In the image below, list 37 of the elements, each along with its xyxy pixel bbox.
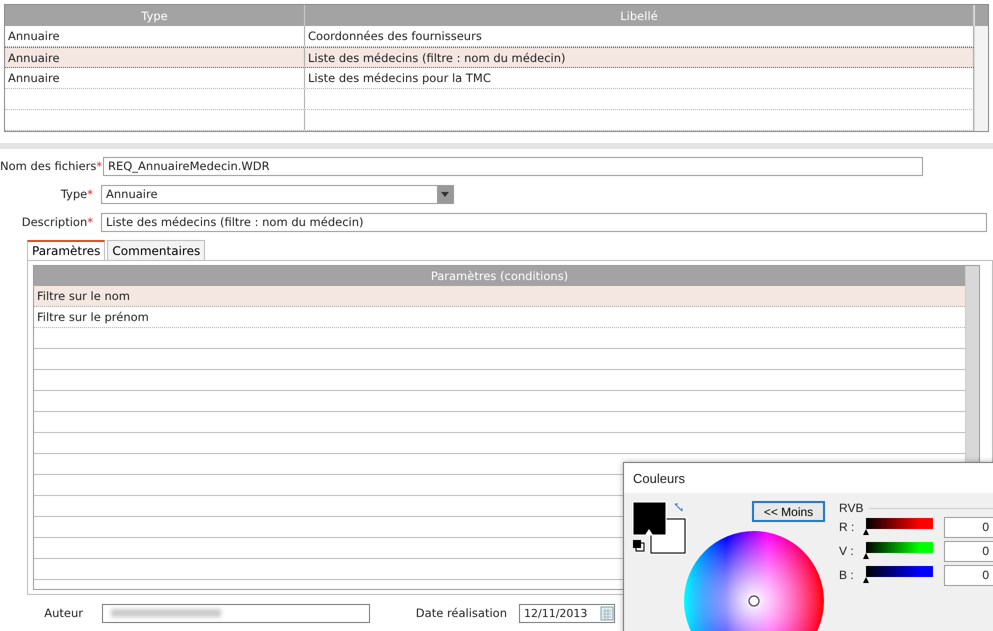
field-label: Type*	[60, 187, 94, 201]
input-field[interactable]: Liste des médecins (filtre : nom du médecin)	[101, 212, 987, 232]
table-row[interactable]: Filtre sur le nom	[34, 286, 965, 307]
field-label: Nom des fichiers*	[0, 159, 103, 173]
group-label: RVB	[839, 501, 864, 515]
field-label: Description*	[20, 215, 94, 229]
table-cell: Annuaire	[5, 48, 305, 67]
channel-label: V :	[839, 544, 855, 558]
tab[interactable]: Paramètres	[27, 240, 106, 260]
slider-thumb[interactable]	[863, 529, 869, 535]
scrollbar[interactable]	[974, 5, 988, 131]
date-field[interactable]: 12/11/2013	[519, 604, 615, 622]
author-field[interactable]	[102, 604, 370, 622]
table-row[interactable]: Annuaire Liste des médecins (filtre : nom du médecin)	[5, 47, 974, 68]
table-cell: Annuaire	[5, 68, 305, 88]
color-slider[interactable]	[863, 566, 936, 584]
caret-icon	[437, 186, 453, 202]
slider-thumb[interactable]	[863, 577, 869, 583]
less-button[interactable]: << Moins	[752, 501, 825, 522]
value-field[interactable]: 0	[944, 516, 993, 538]
dialog-title: Couleurs	[624, 463, 993, 493]
channel-label: B :	[839, 568, 855, 582]
field-label: Auteur	[43, 606, 84, 620]
value-field[interactable]: 0	[944, 564, 993, 586]
color-slider[interactable]	[863, 518, 936, 536]
color-slider[interactable]	[863, 542, 936, 560]
type-dropdown[interactable]: Annuaire	[101, 184, 454, 204]
field-label: Date réalisation	[414, 606, 508, 620]
table-row[interactable]: Annuaire Coordonnées des fournisseurs	[5, 26, 974, 47]
table-row[interactable]: Annuaire Liste des médecins pour la TMC	[5, 68, 974, 89]
value-field[interactable]: 0	[944, 540, 993, 562]
swap-icon[interactable]	[673, 503, 683, 513]
tab[interactable]: Commentaires	[107, 240, 206, 260]
input-field[interactable]: REQ_AnnuaireMedecin.WDR	[103, 156, 923, 176]
slider-thumb[interactable]	[863, 553, 869, 559]
table-cell: Annuaire	[5, 26, 305, 46]
channel-label: R :	[839, 520, 856, 534]
